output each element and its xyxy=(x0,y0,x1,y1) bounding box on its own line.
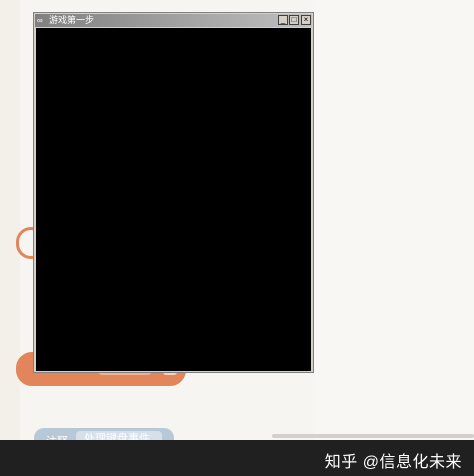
watermark-text: 知乎 @信息化未来 xyxy=(324,454,462,471)
window-title: 游戏第一步 xyxy=(49,15,95,25)
app-icon: ∞ xyxy=(37,16,43,25)
maximize-button[interactable]: □ xyxy=(289,15,299,25)
horizontal-scrollbar[interactable] xyxy=(272,434,474,438)
game-window: ∞ 游戏第一步 _ □ × xyxy=(33,12,314,373)
watermark-bar: 知乎 @信息化未来 xyxy=(0,440,474,476)
editor-canvas-area xyxy=(314,0,474,440)
minimize-button[interactable]: _ xyxy=(278,15,288,25)
game-canvas[interactable] xyxy=(36,28,311,371)
window-titlebar[interactable]: ∞ 游戏第一步 _ □ × xyxy=(35,14,312,27)
close-button[interactable]: × xyxy=(301,15,311,25)
